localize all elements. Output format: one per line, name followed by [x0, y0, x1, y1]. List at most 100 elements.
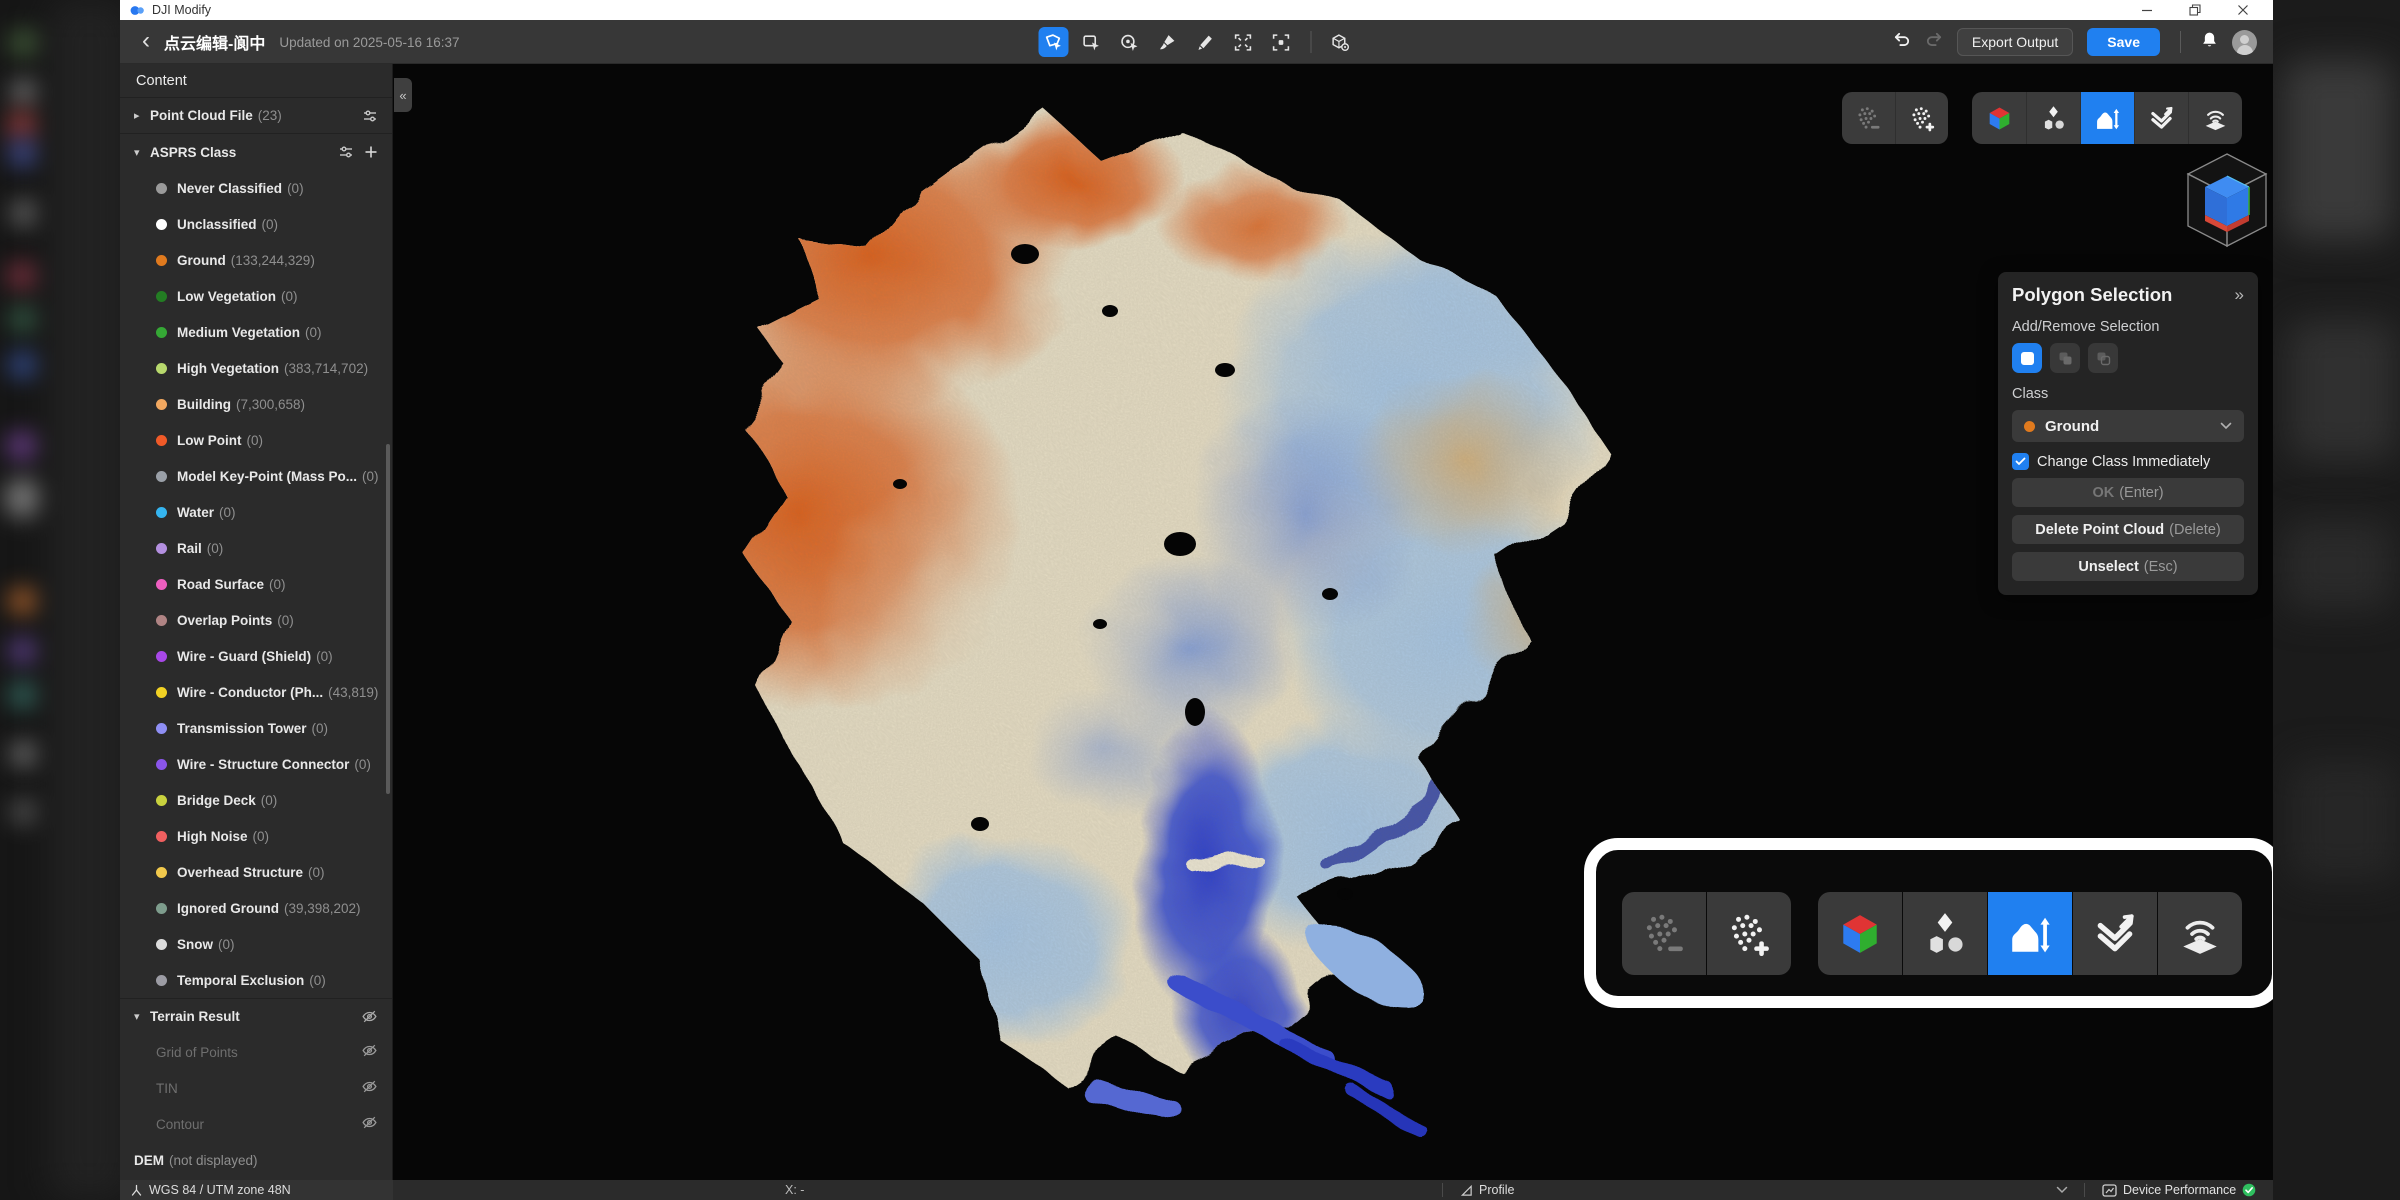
device-performance-indicator[interactable]: Device Performance — [2102, 1180, 2256, 1200]
asprs-class-row[interactable]: ▾ ASPRS Class — [120, 134, 392, 170]
minimize-button[interactable] — [2141, 4, 2153, 16]
dem-row[interactable]: DEM (not displayed) — [120, 1142, 392, 1178]
sidebar-scrollbar[interactable] — [386, 444, 390, 794]
point-density-increase-button[interactable] — [1895, 92, 1948, 144]
class-item[interactable]: Rail (0) — [120, 530, 392, 566]
terrain-result-row[interactable]: ▾ Terrain Result — [120, 998, 392, 1034]
crs-indicator[interactable]: WGS 84 / UTM zone 48N — [120, 1180, 393, 1200]
class-item[interactable]: Unclassified (0) — [120, 206, 392, 242]
back-button[interactable]: ‹ — [142, 29, 150, 53]
terrain-child-row[interactable]: TIN — [120, 1070, 392, 1106]
rgb-view-button-large[interactable] — [1818, 892, 1902, 975]
filter-sliders-icon[interactable] — [362, 108, 378, 124]
elevation-view-button-large[interactable] — [1988, 892, 2072, 975]
close-button[interactable] — [2237, 4, 2249, 16]
class-item[interactable]: Ground (133,244,329) — [120, 242, 392, 278]
change-class-checkbox-row[interactable]: Change Class Immediately — [2012, 453, 2244, 470]
return-view-button[interactable] — [2134, 92, 2188, 144]
pen-tool[interactable] — [1190, 27, 1220, 57]
redo-button[interactable] — [1925, 31, 1943, 54]
class-dropdown[interactable]: Ground — [2012, 410, 2244, 442]
visibility-off-icon[interactable] — [361, 1078, 378, 1095]
add-class-icon[interactable] — [364, 145, 378, 159]
dem-note: (not displayed) — [169, 1153, 258, 1168]
class-item[interactable]: Wire - Structure Connector (0) — [120, 746, 392, 782]
terrain-child-label: Grid of Points — [156, 1045, 238, 1060]
class-item[interactable]: Temporal Exclusion (0) — [120, 962, 392, 998]
restore-button[interactable] — [2189, 4, 2201, 16]
intensity-view-button[interactable] — [2188, 92, 2242, 144]
class-item[interactable]: Bridge Deck (0) — [120, 782, 392, 818]
user-avatar[interactable] — [2232, 30, 2257, 55]
rgb-view-button[interactable] — [1972, 92, 2026, 144]
collapse-arrow-icon[interactable]: ▾ — [134, 146, 150, 159]
new-selection-button[interactable] — [2012, 343, 2042, 373]
class-item[interactable]: Water (0) — [120, 494, 392, 530]
class-item[interactable]: Building (7,300,658) — [120, 386, 392, 422]
elevation-view-button[interactable] — [2080, 92, 2134, 144]
visibility-off-icon[interactable] — [361, 1114, 378, 1131]
add-selection-button[interactable] — [2050, 343, 2080, 373]
expand-arrow-icon[interactable]: ▸ — [134, 109, 150, 122]
orientation-cube[interactable] — [2182, 150, 2272, 260]
sidebar-collapse-button[interactable]: « — [394, 78, 412, 112]
ok-button[interactable]: OK (Enter) — [2012, 478, 2244, 507]
statusbar-chevron-down[interactable] — [2056, 1180, 2068, 1200]
point-density-decrease-button[interactable] — [1842, 92, 1895, 144]
class-count: (0) — [218, 937, 235, 952]
class-item[interactable]: Snow (0) — [120, 926, 392, 962]
class-view-button-large[interactable] — [1903, 892, 1987, 975]
model-settings-tool[interactable] — [1325, 27, 1355, 57]
class-item[interactable]: Ignored Ground (39,398,202) — [120, 890, 392, 926]
undo-button[interactable] — [1893, 31, 1911, 54]
class-color-dot — [156, 759, 167, 770]
terrain-child-row[interactable]: Grid of Points — [120, 1034, 392, 1070]
filter-sliders-icon[interactable] — [338, 144, 354, 160]
circle-selection-tool[interactable] — [1114, 27, 1144, 57]
intensity-view-button-large[interactable] — [2158, 892, 2242, 975]
class-item[interactable]: Road Surface (0) — [120, 566, 392, 602]
visibility-off-icon[interactable] — [361, 1008, 378, 1025]
unselect-button[interactable]: Unselect (Esc) — [2012, 552, 2244, 581]
point-cloud-canvas[interactable] — [120, 64, 2273, 1180]
terrain-result-label: Terrain Result — [150, 1009, 240, 1024]
class-item[interactable]: Transmission Tower (0) — [120, 710, 392, 746]
class-color-dot — [156, 795, 167, 806]
class-item[interactable]: Low Vegetation (0) — [120, 278, 392, 314]
viewport[interactable] — [120, 64, 2273, 1180]
panel-collapse-icon[interactable]: » — [2235, 285, 2244, 305]
delete-point-cloud-button[interactable]: Delete Point Cloud (Delete) — [2012, 515, 2244, 544]
checkbox-checked-icon[interactable] — [2012, 453, 2029, 470]
class-item[interactable]: Medium Vegetation (0) — [120, 314, 392, 350]
class-item[interactable]: Low Point (0) — [120, 422, 392, 458]
class-label: Building — [177, 397, 231, 412]
expand-selection-tool[interactable] — [1228, 27, 1258, 57]
return-view-button-large[interactable] — [2073, 892, 2157, 975]
brush-tool[interactable] — [1152, 27, 1182, 57]
class-item[interactable]: High Vegetation (383,714,702) — [120, 350, 392, 386]
class-label: Overhead Structure — [177, 865, 303, 880]
class-item[interactable]: Wire - Guard (Shield) (0) — [120, 638, 392, 674]
polygon-selection-tool[interactable] — [1038, 27, 1068, 57]
class-item[interactable]: Never Classified (0) — [120, 170, 392, 206]
shrink-selection-tool[interactable] — [1266, 27, 1296, 57]
subtract-selection-button[interactable] — [2088, 343, 2118, 373]
class-item[interactable]: Wire - Conductor (Ph... (43,819) — [120, 674, 392, 710]
profile-tool[interactable]: Profile — [1460, 1180, 1514, 1200]
class-item[interactable]: Overhead Structure (0) — [120, 854, 392, 890]
class-item[interactable]: High Noise (0) — [120, 818, 392, 854]
terrain-child-row[interactable]: Contour — [120, 1106, 392, 1142]
rect-selection-tool[interactable] — [1076, 27, 1106, 57]
class-view-button[interactable] — [2026, 92, 2080, 144]
class-count: (0) — [362, 469, 379, 484]
export-output-button[interactable]: Export Output — [1957, 28, 2073, 56]
collapse-arrow-icon[interactable]: ▾ — [134, 1010, 150, 1023]
visibility-off-icon[interactable] — [361, 1042, 378, 1059]
save-button[interactable]: Save — [2087, 28, 2160, 56]
point-cloud-file-row[interactable]: ▸ Point Cloud File (23) — [120, 98, 392, 134]
class-item[interactable]: Overlap Points (0) — [120, 602, 392, 638]
point-density-increase-button-large[interactable] — [1707, 892, 1791, 975]
point-density-decrease-button-large[interactable] — [1622, 892, 1706, 975]
class-item[interactable]: Model Key-Point (Mass Po... (0) — [120, 458, 392, 494]
notifications-bell-icon[interactable] — [2201, 31, 2218, 54]
